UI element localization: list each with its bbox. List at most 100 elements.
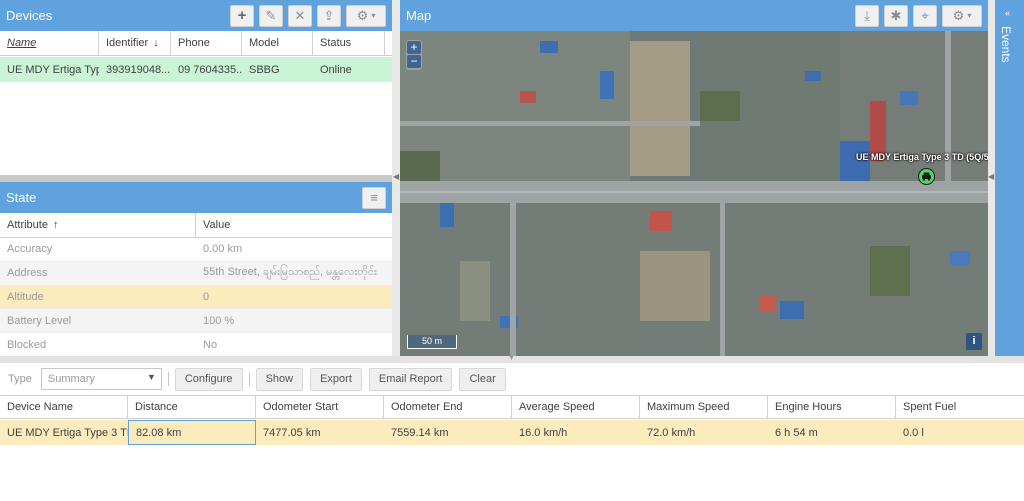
gear-icon: ⚙	[952, 7, 965, 23]
map-title: Map	[406, 8, 432, 23]
state-row[interactable]: Blocked No	[0, 333, 392, 357]
toolbar-separator	[167, 372, 169, 386]
attribution-button[interactable]: i	[966, 333, 982, 350]
state-row[interactable]: Battery Level 100 %	[0, 309, 392, 334]
zoom-out-button[interactable]: −	[407, 55, 421, 68]
column-phone[interactable]: Phone	[171, 31, 242, 55]
state-header: State ≡	[0, 182, 392, 213]
right-splitter[interactable]: ◀	[988, 0, 995, 356]
plus-icon: +	[237, 7, 247, 24]
configure-button[interactable]: Configure	[174, 367, 243, 391]
map-settings-menu[interactable]: ⚙ ▾	[942, 4, 982, 27]
chevron-down-icon: ▾	[371, 11, 376, 20]
collapse-arrow-icon[interactable]: ◀	[393, 172, 399, 181]
attribute-label: Accuracy	[7, 243, 53, 256]
follow-button[interactable]: ✱	[884, 4, 908, 27]
remove-device-button[interactable]: ✕	[288, 4, 312, 27]
export-button[interactable]: Export	[310, 367, 362, 391]
state-row[interactable]: Accuracy 0.00 km	[0, 238, 392, 262]
state-row[interactable]: Altitude 0	[0, 285, 392, 310]
column-name[interactable]: Name	[0, 31, 99, 55]
show-button[interactable]: Show	[255, 367, 304, 391]
device-row[interactable]: UE MDY Ertiga Typ... 393919048... 09 760…	[0, 57, 392, 82]
device-status: Online	[320, 63, 352, 76]
zoom-control: + −	[406, 40, 422, 70]
device-identifier: 393919048...	[106, 63, 171, 76]
column-engine-hours[interactable]: Engine Hours	[768, 396, 896, 418]
collapse-down-icon[interactable]: ▼	[508, 355, 515, 362]
marker-label: UE MDY Ertiga Type 3 TD (5Q/52	[856, 152, 988, 162]
car-icon	[922, 172, 931, 181]
column-spent-fuel[interactable]: Spent Fuel	[896, 396, 1024, 418]
car-marker-icon[interactable]	[918, 168, 935, 185]
state-options-button[interactable]: ≡	[362, 186, 386, 209]
list-icon: ≡	[370, 190, 378, 205]
attribute-value: 55th Street, ချမ်းမြသာစည်, မန္တလေးတိုင်း	[203, 266, 377, 279]
map-header: Map ⤓ ✱ ⌖ ⚙ ▾	[400, 0, 988, 31]
attribute-label: Battery Level	[7, 314, 72, 327]
scale-bar: 50 m	[407, 335, 457, 349]
attribute-value: 0.00 km	[203, 243, 243, 256]
left-splitter[interactable]	[0, 175, 392, 182]
report-average-speed: 16.0 km/h	[519, 426, 568, 439]
vertical-splitter[interactable]: ◀	[392, 0, 400, 356]
satellite-imagery	[400, 31, 988, 356]
pencil-icon: ✎	[265, 7, 277, 23]
report-maximum-speed: 72.0 km/h	[647, 426, 696, 439]
attribute-value: 100 %	[203, 314, 235, 327]
locate-button[interactable]: ⌖	[913, 4, 937, 27]
expand-events-icon[interactable]: «	[1005, 8, 1010, 18]
column-distance[interactable]: Distance	[128, 396, 256, 418]
devices-settings-menu[interactable]: ⚙ ▾	[346, 4, 386, 27]
email-report-button[interactable]: Email Report	[368, 367, 453, 391]
column-maximum-speed[interactable]: Maximum Speed	[640, 396, 768, 418]
state-title: State	[6, 190, 37, 205]
map-panel: Map ⤓ ✱ ⌖ ⚙ ▾ + − UE MDY Ertiga Type 3 T…	[400, 0, 988, 356]
events-collapsed-panel[interactable]: « Events	[995, 0, 1024, 356]
report-toolbar: Type Summary ▼ Configure Show Export Ema…	[0, 363, 1024, 395]
devices-title: Devices	[6, 8, 53, 23]
events-label: Events	[999, 26, 1013, 63]
chevron-down-icon: ▼	[146, 372, 156, 382]
report-row[interactable]: UE MDY Ertiga Type 3 TD ... 82.08 km 747…	[0, 420, 1024, 445]
report-odometer-start: 7477.05 km	[263, 426, 321, 439]
clear-button[interactable]: Clear	[459, 367, 506, 391]
devices-header: Devices + ✎ ✕ ⇪ ⚙ ▾	[0, 0, 392, 31]
report-grid-header: Device Name Distance Odometer Start Odom…	[0, 395, 1024, 419]
download-button[interactable]: ⤓	[855, 4, 879, 27]
add-device-button[interactable]: +	[230, 4, 254, 27]
report-type-select[interactable]: Summary ▼	[40, 368, 162, 390]
download-icon: ⤓	[864, 7, 870, 23]
report-odometer-end: 7559.14 km	[391, 426, 449, 439]
column-average-speed[interactable]: Average Speed	[512, 396, 640, 418]
map-view[interactable]: + − UE MDY Ertiga Type 3 TD (5Q/52 50 m …	[400, 31, 988, 356]
report-engine-hours: 6 h 54 m	[775, 426, 818, 439]
attribute-value: 0	[203, 290, 210, 303]
state-row[interactable]: Address 55th Street, ချမ်းမြသာစည်, မန္တလ…	[0, 261, 392, 286]
device-model: SBBG	[249, 63, 280, 76]
upload-button[interactable]: ⇪	[317, 4, 341, 27]
column-odometer-end[interactable]: Odometer End	[384, 396, 512, 418]
column-model[interactable]: Model	[242, 31, 313, 55]
column-odometer-start[interactable]: Odometer Start	[256, 396, 384, 418]
column-identifier[interactable]: Identifier ↓	[99, 31, 171, 55]
report-type-value: Summary	[47, 373, 95, 385]
bottom-splitter[interactable]: ▼	[0, 355, 1024, 363]
column-attribute[interactable]: Attribute ↑	[0, 213, 196, 237]
app-root: Devices + ✎ ✕ ⇪ ⚙ ▾ Name Identifier ↓ Phon…	[0, 0, 1024, 501]
state-panel: State ≡ Attribute ↑ Value Accuracy 0.00 k…	[0, 182, 392, 357]
attribute-label: Address	[7, 267, 48, 280]
column-status[interactable]: Status	[313, 31, 385, 55]
attribute-label: Blocked	[7, 338, 47, 351]
column-value[interactable]: Value	[196, 213, 392, 237]
gear-icon: ⚙	[356, 7, 369, 23]
expand-arrow-icon[interactable]: ◀	[988, 172, 994, 181]
type-label: Type	[8, 373, 32, 385]
edit-device-button[interactable]: ✎	[259, 4, 283, 27]
zoom-in-button[interactable]: +	[407, 41, 421, 54]
paw-icon: ✱	[890, 7, 902, 23]
attribute-label: Altitude	[7, 290, 44, 303]
device-phone: 09 7604335...	[178, 63, 242, 76]
device-name: UE MDY Ertiga Typ...	[7, 63, 99, 76]
column-device-name[interactable]: Device Name	[0, 396, 128, 418]
